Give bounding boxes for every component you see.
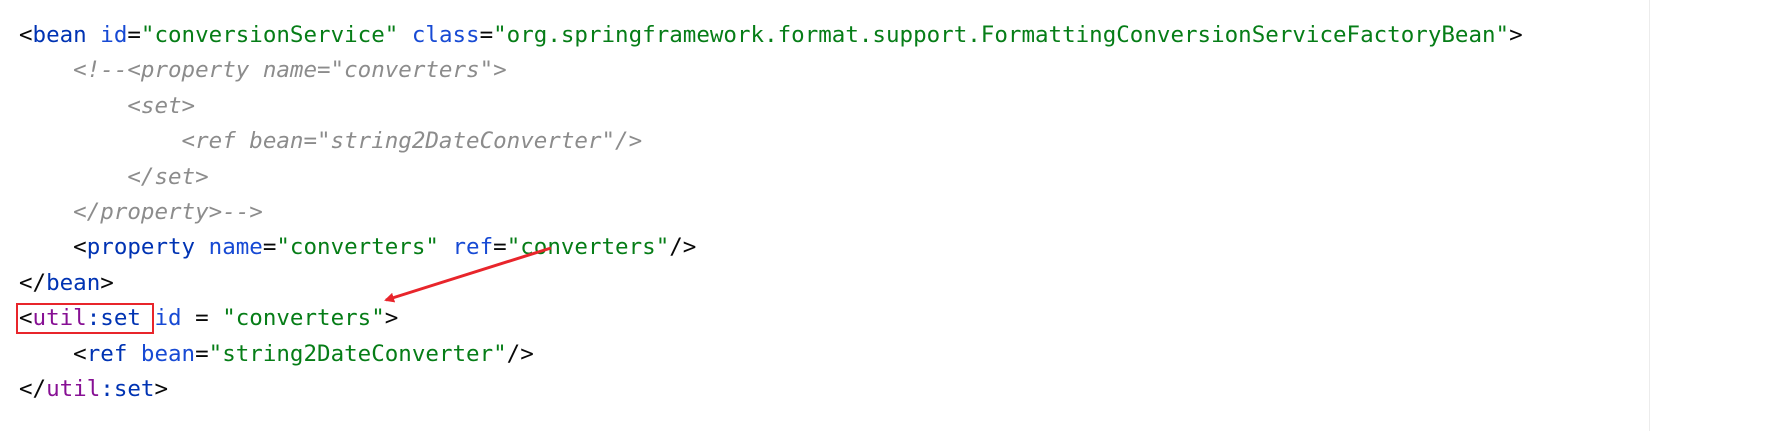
code-token: =	[479, 22, 494, 48]
highlight-box-annotation	[16, 303, 154, 334]
code-token: <	[19, 234, 87, 261]
code-line[interactable]: <ref bean="string2DateConverter"/>	[19, 124, 1523, 159]
code-line[interactable]: <property name="converters" ref="convert…	[19, 230, 1523, 265]
code-token: ref	[452, 234, 494, 261]
code-line[interactable]: <ref bean="string2DateConverter"/>	[19, 337, 1523, 372]
code-token: name	[208, 234, 263, 261]
code-token: =	[127, 22, 141, 48]
code-token: =	[181, 305, 223, 332]
code-line[interactable]: <util:set id = "converters">	[19, 301, 1523, 336]
code-token: />	[506, 340, 534, 367]
code-token: </	[19, 375, 47, 402]
code-token: >	[384, 305, 399, 332]
code-token: util	[46, 375, 101, 402]
code-token: </	[19, 269, 47, 296]
code-token: <	[19, 22, 33, 48]
code-token: >	[154, 375, 169, 402]
code-editor[interactable]: <bean id="conversionService" class="org.…	[0, 0, 1784, 431]
code-token: <	[19, 340, 87, 367]
code-token: bean	[140, 340, 196, 367]
code-token: "converters"	[276, 234, 453, 261]
code-token: "converters"	[506, 234, 670, 261]
code-token: =	[493, 234, 507, 261]
code-token: property	[86, 234, 209, 261]
code-token: "org.springframework.format.support.Form…	[493, 22, 1510, 48]
code-line[interactable]: <!--<property name="converters">	[19, 53, 1523, 88]
code-line[interactable]: <set>	[19, 89, 1523, 124]
code-line[interactable]: <bean id="conversionService" class="org.…	[19, 18, 1523, 53]
code-line[interactable]: </set>	[19, 160, 1523, 195]
code-line[interactable]: </bean>	[19, 266, 1523, 301]
code-token: =	[262, 234, 277, 261]
code-token: </set>	[19, 163, 209, 190]
code-line[interactable]: </util:set>	[19, 372, 1523, 407]
code-token: class	[411, 22, 480, 48]
code-token: "conversionService"	[140, 22, 412, 48]
code-token: id	[100, 22, 128, 48]
code-token: "string2DateConverter"	[208, 340, 507, 367]
code-token: </property>-->	[19, 198, 263, 225]
code-token: bean	[46, 269, 101, 296]
code-token: bean	[32, 22, 101, 48]
code-line[interactable]: </property>-->	[19, 195, 1523, 230]
code-token: <!--<property name="converters">	[19, 57, 507, 84]
code-token: :set	[100, 375, 155, 402]
code-token: <ref bean="string2DateConverter"/>	[19, 128, 643, 155]
code-token: >	[100, 269, 114, 296]
code-token: =	[195, 340, 209, 367]
code-token: >	[1509, 22, 1523, 48]
code-token: "converters"	[222, 305, 385, 332]
code-token: id	[154, 305, 182, 332]
code-token: />	[669, 234, 697, 261]
code-token: <set>	[19, 92, 196, 119]
code-area[interactable]: <bean id="conversionService" class="org.…	[19, 18, 1523, 407]
code-token: ref	[86, 340, 141, 367]
right-margin-guide	[1649, 0, 1650, 431]
